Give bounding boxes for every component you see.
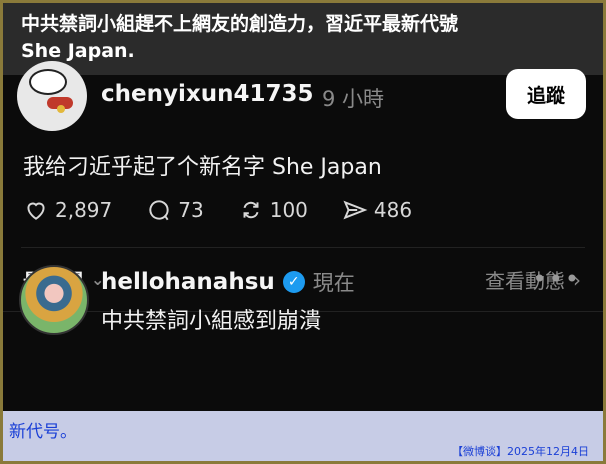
avatar[interactable] — [17, 61, 87, 131]
verified-icon: ✓ — [282, 271, 305, 293]
reply-username[interactable]: hellohanahsu — [101, 269, 275, 295]
repost-button[interactable]: 100 — [238, 197, 308, 223]
follow-button[interactable]: 追蹤 — [506, 69, 586, 119]
more-icon[interactable]: ••• — [533, 265, 581, 293]
divider — [21, 247, 585, 248]
banner-line-2: She Japan. — [21, 40, 135, 62]
like-count: 2,897 — [55, 198, 113, 222]
comment-icon — [149, 200, 169, 221]
comment-count: 73 — [178, 198, 204, 222]
post-username[interactable]: chenyixun41735 — [101, 81, 313, 107]
post-actions: 2,897 73 100 486 — [23, 195, 446, 225]
heart-icon — [27, 202, 45, 220]
share-count: 486 — [373, 198, 413, 222]
footer-source: 【微博谈】2025年12月4日 — [452, 445, 589, 458]
post-text: 我给刁近乎起了个新名字 She Japan — [23, 155, 382, 180]
reply-avatar[interactable] — [19, 265, 89, 335]
caption-banner: 中共禁詞小組趕不上網友的創造力，習近平最新代號 She Japan. — [3, 3, 603, 75]
reply-timestamp: 現在 — [312, 271, 355, 295]
share-icon — [343, 200, 368, 220]
screenshot-frame: 中共禁詞小組趕不上網友的創造力，習近平最新代號 She Japan. cheny… — [3, 3, 603, 461]
caption-footer: 新代号。 【微博谈】2025年12月4日 — [3, 411, 603, 461]
repost-count: 100 — [269, 198, 308, 222]
banner-line-1: 中共禁詞小組趕不上網友的創造力，習近平最新代號 — [21, 13, 459, 35]
reply-username-row: hellohanahsu ✓ 現在 — [101, 267, 355, 297]
avatar-face — [29, 69, 67, 95]
comment-button[interactable]: 73 — [146, 197, 204, 223]
avatar-tag — [57, 105, 65, 113]
like-button[interactable]: 2,897 — [23, 197, 112, 223]
footer-text: 新代号。 — [9, 422, 77, 442]
reply-text: 中共禁詞小組感到崩潰 — [101, 309, 322, 334]
post-timestamp: 9 小時 — [322, 87, 385, 111]
share-button[interactable]: 486 — [342, 197, 412, 223]
thread-area: chenyixun41735 9 小時 追蹤 我给刁近乎起了个新名字 She J… — [3, 61, 603, 411]
repost-icon — [243, 201, 259, 219]
